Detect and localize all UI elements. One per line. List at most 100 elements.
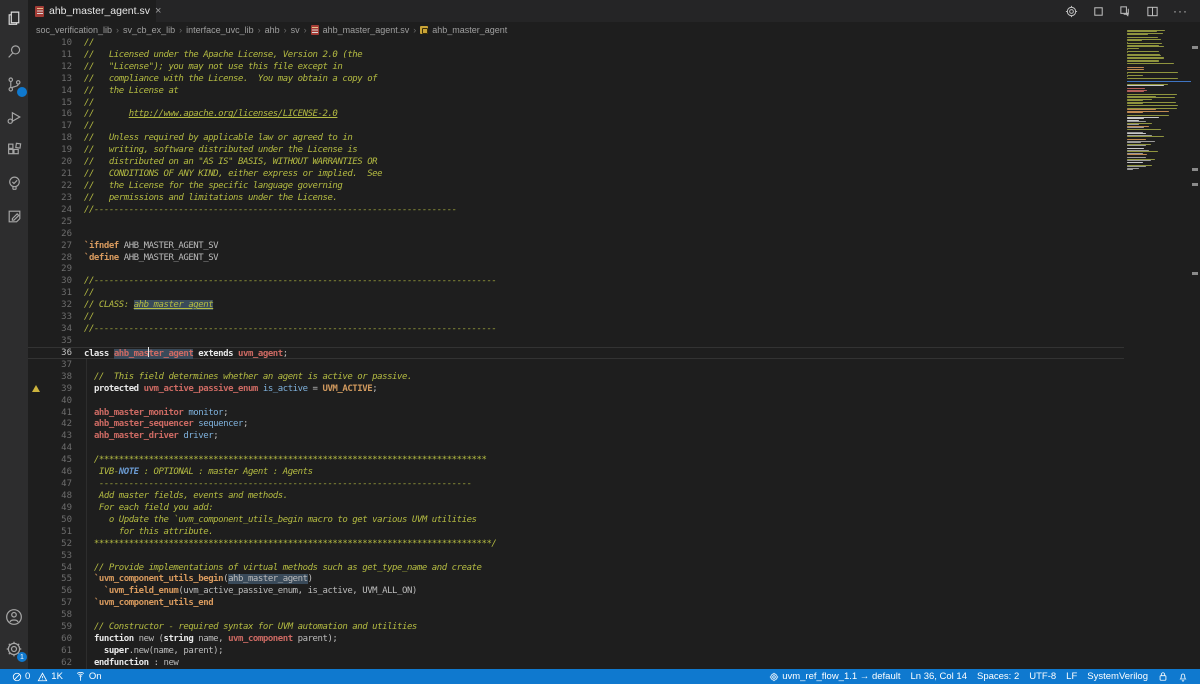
code-text: // bbox=[72, 38, 94, 48]
code-line[interactable]: 28`define AHB_MASTER_AGENT_SV bbox=[28, 252, 1124, 264]
code-line[interactable]: 60 function new (string name, uvm_compon… bbox=[28, 633, 1124, 645]
search-icon[interactable] bbox=[4, 41, 24, 61]
code-line[interactable]: 12// "License"); you may not use this fi… bbox=[28, 61, 1124, 73]
code-line[interactable]: 54 // Provide implementations of virtual… bbox=[28, 562, 1124, 574]
code-line[interactable]: 51 for this attribute. bbox=[28, 526, 1124, 538]
code-line[interactable]: 29 bbox=[28, 264, 1124, 276]
code-line[interactable]: 20// distributed on an "AS IS" BASIS, WI… bbox=[28, 156, 1124, 168]
code-line[interactable]: 30//------------------------------------… bbox=[28, 275, 1124, 287]
extensions-icon[interactable] bbox=[4, 140, 24, 160]
code-line[interactable]: 43 ahb_master_driver driver; bbox=[28, 430, 1124, 442]
code-line[interactable]: 16// http://www.apache.org/licenses/LICE… bbox=[28, 109, 1124, 121]
code-line[interactable]: 13// compliance with the License. You ma… bbox=[28, 73, 1124, 85]
code-line[interactable]: 44 bbox=[28, 442, 1124, 454]
code-line[interactable]: 10// bbox=[28, 37, 1124, 49]
explorer-icon[interactable] bbox=[4, 8, 24, 28]
account-icon[interactable] bbox=[4, 607, 24, 627]
breadcrumb-item[interactable]: interface_uvc_lib bbox=[186, 25, 254, 35]
code-line[interactable]: 38 // This field determines whether an a… bbox=[28, 371, 1124, 383]
code-line[interactable]: 23// permissions and limitations under t… bbox=[28, 192, 1124, 204]
line-number: 32 bbox=[44, 300, 72, 310]
more-actions-icon[interactable]: ··· bbox=[1173, 4, 1188, 18]
tunnel-status[interactable]: On bbox=[71, 671, 106, 682]
problems-status[interactable]: 0 1K bbox=[8, 671, 67, 682]
indentation-status[interactable]: Spaces: 2 bbox=[973, 671, 1023, 682]
code-line[interactable]: 18// Unless required by applicable law o… bbox=[28, 132, 1124, 144]
settings-icon[interactable] bbox=[1065, 5, 1078, 18]
stop-square-icon[interactable] bbox=[1092, 5, 1105, 18]
code-line[interactable]: 45 /************************************… bbox=[28, 454, 1124, 466]
code-line[interactable]: 17// bbox=[28, 120, 1124, 132]
workspace-trust-status[interactable] bbox=[1154, 671, 1172, 682]
code-line[interactable]: 49 For each field you add: bbox=[28, 502, 1124, 514]
code-line[interactable]: 47 -------------------------------------… bbox=[28, 478, 1124, 490]
code-line[interactable]: 48 Add master fields, events and methods… bbox=[28, 490, 1124, 502]
source-control-icon[interactable] bbox=[4, 74, 24, 94]
eol-status[interactable]: LF bbox=[1062, 671, 1081, 682]
code-line[interactable]: 59 // Constructor - required syntax for … bbox=[28, 621, 1124, 633]
overview-ruler[interactable] bbox=[1191, 22, 1200, 669]
code-line[interactable]: 21// CONDITIONS OF ANY KIND, either expr… bbox=[28, 168, 1124, 180]
breadcrumb-item[interactable]: soc_verification_lib bbox=[36, 25, 112, 35]
code-line[interactable]: 34//------------------------------------… bbox=[28, 323, 1124, 335]
cursor-position[interactable]: Ln 36, Col 14 bbox=[906, 671, 971, 682]
code-line[interactable]: 24//------------------------------------… bbox=[28, 204, 1124, 216]
code-line[interactable]: 37 bbox=[28, 359, 1124, 371]
line-number: 48 bbox=[44, 491, 72, 501]
code-line[interactable]: 22// the License for the specific langua… bbox=[28, 180, 1124, 192]
code-line[interactable]: 58 bbox=[28, 609, 1124, 621]
code-line[interactable]: 61 super.new(name, parent); bbox=[28, 645, 1124, 657]
code-line[interactable]: 19// writing, software distributed under… bbox=[28, 144, 1124, 156]
code-line[interactable]: 35 bbox=[28, 335, 1124, 347]
tab-ahb-master-agent[interactable]: ahb_master_agent.sv × bbox=[28, 0, 156, 22]
code-line[interactable]: 41 ahb_master_monitor monitor; bbox=[28, 407, 1124, 419]
tunnel-label: On bbox=[89, 671, 102, 682]
code-line[interactable]: 40 bbox=[28, 395, 1124, 407]
code-line[interactable]: 46 IVB-NOTE : OPTIONAL : master Agent : … bbox=[28, 466, 1124, 478]
code-line[interactable]: 31// bbox=[28, 287, 1124, 299]
code-line[interactable]: 50 o Update the `uvm_component_utils_beg… bbox=[28, 514, 1124, 526]
code-line[interactable]: 39 protected uvm_active_passive_enum is_… bbox=[28, 383, 1124, 395]
code-line[interactable]: 15// bbox=[28, 97, 1124, 109]
breadcrumb-item-file[interactable]: ahb_master_agent.sv bbox=[323, 25, 410, 35]
code-line[interactable]: 11// Licensed under the Apache License, … bbox=[28, 49, 1124, 61]
code-text: IVB-NOTE : OPTIONAL : master Agent : Age… bbox=[72, 467, 313, 477]
code-line[interactable]: 27`ifndef AHB_MASTER_AGENT_SV bbox=[28, 240, 1124, 252]
notebook-edit-icon[interactable] bbox=[4, 206, 24, 226]
code-line[interactable]: 32// CLASS: ahb_master_agent bbox=[28, 299, 1124, 311]
code-line[interactable]: 14// the License at bbox=[28, 85, 1124, 97]
code-line[interactable]: 62 endfunction : new bbox=[28, 657, 1124, 669]
split-editor-icon[interactable] bbox=[1146, 5, 1159, 18]
language-mode[interactable]: SystemVerilog bbox=[1083, 671, 1152, 682]
settings-gear-icon[interactable]: 1 bbox=[4, 639, 24, 659]
code-area[interactable]: 10//11// Licensed under the Apache Licen… bbox=[28, 37, 1124, 669]
code-line[interactable]: 42 ahb_master_sequencer sequencer; bbox=[28, 419, 1124, 431]
compare-changes-icon[interactable] bbox=[1119, 5, 1132, 18]
test-explorer-icon[interactable] bbox=[4, 173, 24, 193]
breadcrumb-item[interactable]: sv bbox=[291, 25, 300, 35]
status-bar: 0 1K On uvm_ref_flow_1.1 → default Ln 36… bbox=[0, 669, 1200, 684]
minimap[interactable] bbox=[1127, 24, 1191, 184]
breadcrumb-item[interactable]: ahb bbox=[265, 25, 280, 35]
code-line[interactable]: 57 `uvm_component_utils_end bbox=[28, 597, 1124, 609]
breadcrumb-item[interactable]: sv_cb_ex_lib bbox=[123, 25, 175, 35]
line-number: 26 bbox=[44, 229, 72, 239]
breadcrumb-item-symbol[interactable]: ahb_master_agent bbox=[432, 25, 507, 35]
tab-close-icon[interactable]: × bbox=[155, 5, 161, 17]
code-text: // compliance with the License. You may … bbox=[72, 74, 377, 84]
line-number: 23 bbox=[44, 193, 72, 203]
editor[interactable]: 10//11// Licensed under the Apache Licen… bbox=[28, 37, 1200, 669]
code-line[interactable]: 36class ahb_master_agent extends uvm_age… bbox=[28, 347, 1124, 359]
encoding-status[interactable]: UTF-8 bbox=[1025, 671, 1060, 682]
code-line[interactable]: 26 bbox=[28, 228, 1124, 240]
code-line[interactable]: 56 `uvm_field_enum(uvm_active_passive_en… bbox=[28, 585, 1124, 597]
code-line[interactable]: 33// bbox=[28, 311, 1124, 323]
run-debug-icon[interactable] bbox=[4, 107, 24, 127]
notifications-status[interactable] bbox=[1174, 671, 1192, 682]
settings-badge: 1 bbox=[17, 652, 27, 662]
code-line[interactable]: 55 `uvm_component_utils_begin(ahb_master… bbox=[28, 573, 1124, 585]
code-line[interactable]: 25 bbox=[28, 216, 1124, 228]
task-status[interactable]: uvm_ref_flow_1.1 → default bbox=[765, 671, 904, 682]
code-line[interactable]: 53 bbox=[28, 550, 1124, 562]
code-line[interactable]: 52 *************************************… bbox=[28, 538, 1124, 550]
